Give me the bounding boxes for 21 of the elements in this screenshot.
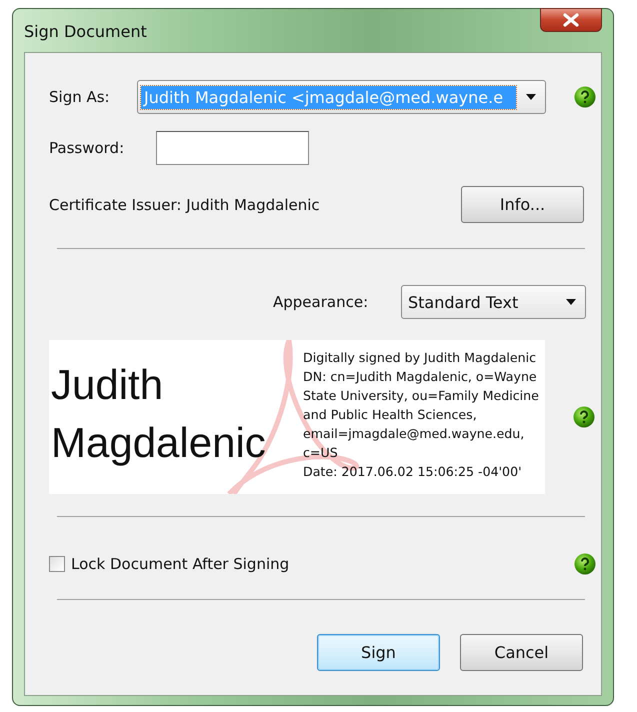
appearance-value: Standard Text: [407, 292, 520, 314]
password-field[interactable]: [156, 131, 309, 165]
certificate-issuer-text: Certificate Issuer: Judith Magdalenic: [49, 196, 321, 214]
signature-details: Digitally signed by Judith Magdalenic DN: cn=Judith Magdalenic, o=Wayne State University, ou=Family Medicine and Public Health Sciences, email=jmagdale@med.wayne.edu, c=US Date: 2017.06.02 15:06:25 -04'00': [303, 349, 539, 481]
help-icon[interactable]: [573, 406, 595, 428]
appearance-label: Appearance:: [273, 293, 370, 311]
sign-as-value: Judith Magdalenic <jmagdale@med.wayne.e: [141, 86, 516, 108]
help-icon[interactable]: [574, 86, 596, 108]
help-icon[interactable]: [574, 553, 596, 575]
signature-name: Judith Magdalenic: [51, 360, 267, 468]
lock-checkbox[interactable]: [49, 556, 65, 572]
password-label: Password:: [49, 139, 126, 157]
info-button[interactable]: Info...: [461, 186, 584, 223]
window-title: Sign Document: [24, 22, 147, 41]
dialog-button[interactable]: Sign: [317, 634, 440, 671]
dialog-button[interactable]: Cancel: [460, 634, 583, 671]
appearance-dropdown[interactable]: Standard Text: [401, 285, 586, 319]
sign-as-label: Sign As:: [49, 88, 111, 106]
close-icon: [562, 13, 580, 27]
close-button[interactable]: [540, 8, 602, 32]
lock-document-label: Lock Document After Signing: [71, 555, 290, 573]
